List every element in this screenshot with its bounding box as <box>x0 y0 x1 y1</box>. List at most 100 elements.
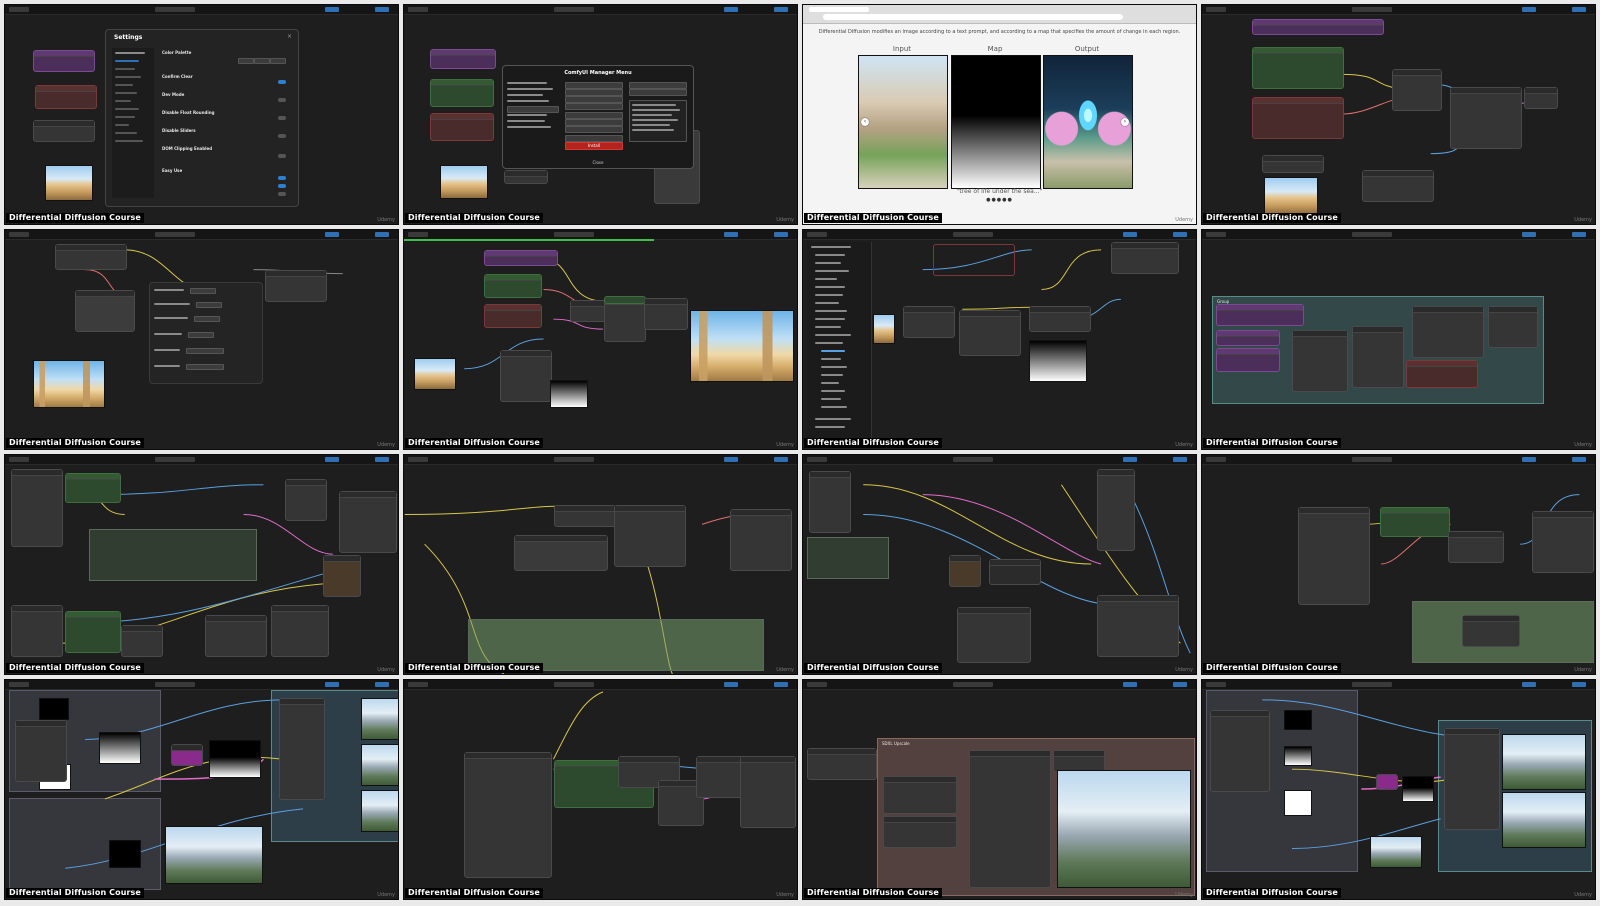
course-caption: Differential Diffusion Course <box>6 663 144 673</box>
brand-watermark: Udemy <box>377 442 395 448</box>
section-dom-clipping: DOM Clipping Enabled <box>162 146 213 151</box>
settings-title: Settings <box>114 34 143 41</box>
column-map-heading: Map <box>987 45 1003 53</box>
tile-workflow-preview: Differential Diffusion Course Udemy <box>403 229 798 450</box>
toggle[interactable] <box>278 192 286 196</box>
course-caption: Differential Diffusion Course <box>6 438 144 448</box>
manager-install-button[interactable]: Install <box>565 142 623 150</box>
comfy-menubar <box>5 5 398 15</box>
tile-workflow: Differential Diffusion Course Udemy <box>1201 454 1596 675</box>
manager-button[interactable] <box>565 96 623 103</box>
toggle[interactable] <box>278 154 286 158</box>
course-caption: Differential Diffusion Course <box>1203 888 1341 898</box>
toggle[interactable] <box>278 116 286 120</box>
brand-watermark: Udemy <box>1175 667 1193 673</box>
carousel-next-icon[interactable]: › <box>1121 118 1129 126</box>
tile-node-library: Differential Diffusion Course Udemy <box>802 229 1197 450</box>
tile-context-menu: Differential Diffusion Course Udemy <box>4 229 399 450</box>
settings-dialog: Settings × Color Palette Confirm Clear D… <box>105 29 299 207</box>
tile-workflow: Differential Diffusion Course Udemy <box>1201 4 1596 225</box>
course-caption: Differential Diffusion Course <box>6 213 144 223</box>
course-caption: Differential Diffusion Course <box>804 888 942 898</box>
carousel-prev-icon[interactable]: ‹ <box>861 118 869 126</box>
preview-image <box>690 310 794 382</box>
carousel-dots[interactable]: ●●●●● <box>803 197 1196 203</box>
toggle[interactable] <box>278 80 286 84</box>
course-caption: Differential Diffusion Course <box>1203 438 1341 448</box>
brand-watermark: Udemy <box>1574 667 1592 673</box>
course-caption: Differential Diffusion Course <box>405 888 543 898</box>
browser-chrome <box>803 5 1196 24</box>
course-caption: Differential Diffusion Course <box>804 663 942 673</box>
group-title: SDXL Upscale <box>882 741 910 746</box>
brand-watermark: Udemy <box>1175 892 1193 898</box>
manager-button[interactable] <box>565 112 623 119</box>
brand-watermark: Udemy <box>377 217 395 223</box>
tile-workflow-outputs: Differential Diffusion Course Udemy <box>1201 679 1596 900</box>
manager-button[interactable] <box>565 89 623 96</box>
manager-button[interactable] <box>565 103 623 110</box>
brand-watermark: Udemy <box>1574 892 1592 898</box>
manager-close-button[interactable]: Close <box>503 160 693 165</box>
input-image <box>858 55 948 189</box>
brand-watermark: Udemy <box>776 217 794 223</box>
tile-group: Group Differential Diffusion Course Udem… <box>1201 229 1596 450</box>
manager-button[interactable] <box>565 135 623 142</box>
close-icon[interactable]: × <box>287 33 292 40</box>
brand-watermark: Udemy <box>1175 217 1193 223</box>
tile-workflow-outputs: Differential Diffusion Course Udemy <box>4 679 399 900</box>
tile-workflow: Differential Diffusion Course Udemy <box>802 454 1197 675</box>
tile-settings-dialog: Settings × Color Palette Confirm Clear D… <box>4 4 399 225</box>
address-bar[interactable] <box>823 14 1123 20</box>
map-image <box>951 55 1041 189</box>
section-dev-mode: Dev Mode <box>162 92 185 97</box>
course-caption: Differential Diffusion Course <box>1203 213 1341 223</box>
context-menu[interactable] <box>149 282 263 384</box>
section-color-palette: Color Palette <box>162 50 192 55</box>
course-caption: Differential Diffusion Course <box>6 888 144 898</box>
manager-button[interactable] <box>629 82 687 89</box>
manager-title: ComfyUI Manager Menu <box>564 70 632 76</box>
toggle[interactable] <box>278 134 286 138</box>
upscaled-output-image <box>1057 770 1191 888</box>
section-confirm-clear: Confirm Clear <box>162 74 193 79</box>
tile-manager-menu: ComfyUI Manager Menu Install Close Diffe… <box>403 4 798 225</box>
output-image <box>1043 55 1133 189</box>
course-caption: Differential Diffusion Course <box>405 438 543 448</box>
manager-button[interactable] <box>565 119 623 126</box>
brand-watermark: Udemy <box>1175 442 1193 448</box>
course-caption: Differential Diffusion Course <box>1203 663 1341 673</box>
comfy-menubar <box>404 5 797 15</box>
video-thumbnail-grid: Settings × Color Palette Confirm Clear D… <box>4 4 1596 902</box>
page-subtitle: Differential Diffusion modifies an image… <box>818 29 1181 35</box>
brand-watermark: Udemy <box>1574 217 1592 223</box>
comfy-menubar <box>803 680 1196 690</box>
node-group[interactable] <box>89 529 257 581</box>
section-float-rounding: Disable Float Rounding <box>162 110 215 115</box>
tile-upscale: SDXL Upscale Differential Diffusion Cour… <box>802 679 1197 900</box>
settings-category-list[interactable] <box>112 48 154 198</box>
toggle[interactable] <box>278 98 286 102</box>
toggle[interactable] <box>278 176 286 180</box>
course-caption: Differential Diffusion Course <box>405 663 543 673</box>
brand-watermark: Udemy <box>776 442 794 448</box>
brand-watermark: Udemy <box>1574 442 1592 448</box>
tile-workflow: Differential Diffusion Course Udemy <box>403 679 798 900</box>
settings-options: Color Palette Confirm Clear Dev Mode Dis… <box>162 50 292 200</box>
column-output-heading: Output <box>1074 45 1100 53</box>
section-easy-use: Easy Use <box>162 168 183 173</box>
tile-web-page: Differential Diffusion modifies an image… <box>802 4 1197 225</box>
manager-news-box <box>629 100 687 142</box>
course-caption: Differential Diffusion Course <box>804 213 942 223</box>
course-caption: Differential Diffusion Course <box>405 213 543 223</box>
toggle[interactable] <box>278 184 286 188</box>
browser-tab[interactable] <box>809 7 869 12</box>
image-caption: "tree of life under the sea..." <box>956 188 1043 195</box>
comfy-menubar <box>1202 230 1595 240</box>
manager-button[interactable] <box>565 82 623 89</box>
manager-button[interactable] <box>629 89 687 96</box>
tile-workflow: Differential Diffusion Course Udemy <box>403 454 798 675</box>
brand-watermark: Udemy <box>377 667 395 673</box>
manager-button[interactable] <box>565 126 623 133</box>
node-group[interactable] <box>807 537 889 579</box>
